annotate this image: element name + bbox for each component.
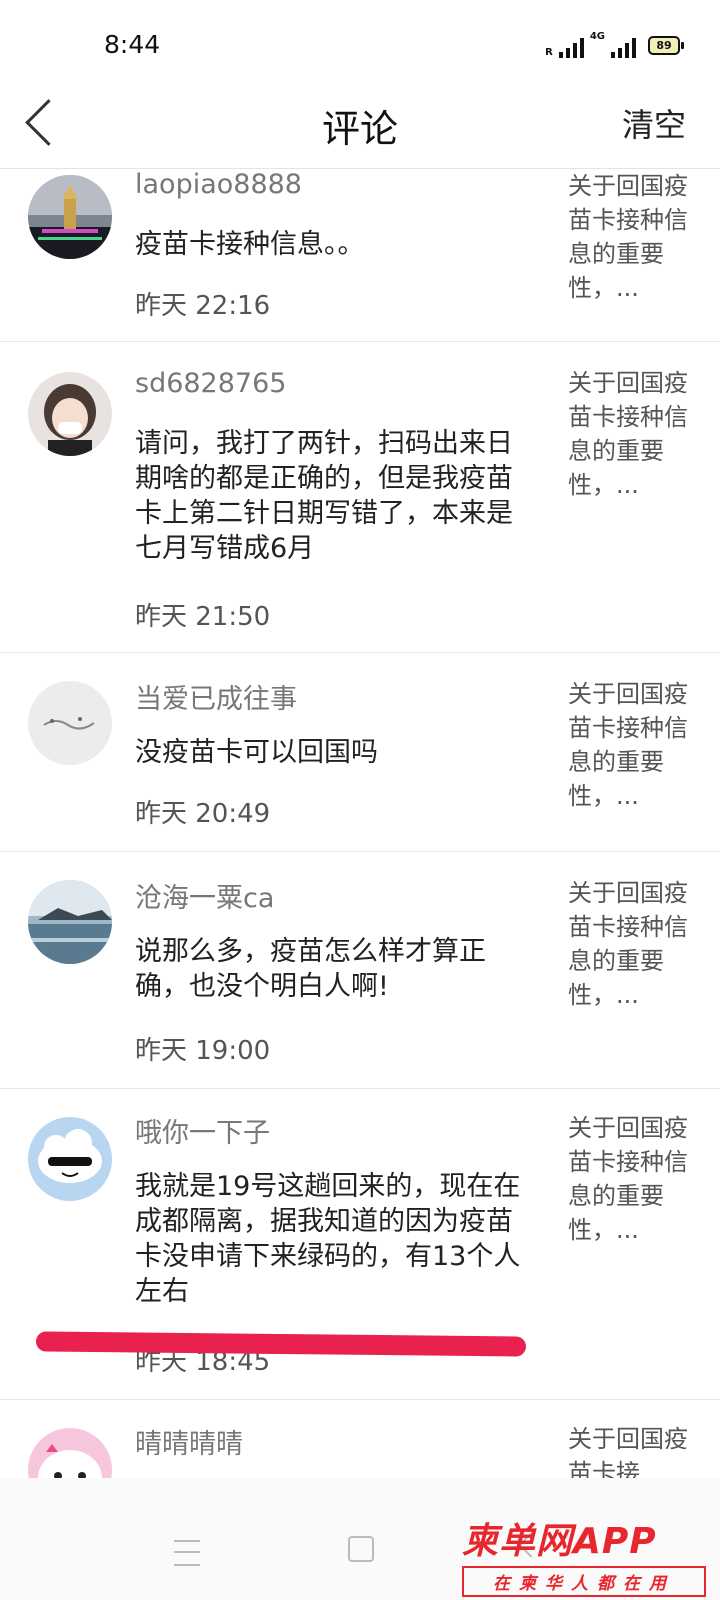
battery-icon: 89 xyxy=(648,36,684,55)
clear-button[interactable]: 清空 xyxy=(622,100,686,146)
avatar[interactable] xyxy=(28,1117,112,1201)
avatar[interactable] xyxy=(28,372,112,456)
comment-text: 疫苗卡接种信息。。 xyxy=(135,229,365,260)
menu-icon[interactable] xyxy=(174,1540,200,1566)
comment-text: 没疫苗卡可以回国吗 xyxy=(135,737,378,768)
header: 评论 清空 xyxy=(0,80,720,169)
comment-text: 说那么多，疫苗怎么样才算正确，也没个明白人啊! xyxy=(135,936,486,1002)
avatar[interactable] xyxy=(28,681,112,765)
comment-username[interactable]: 沧海一粟ca xyxy=(135,876,274,915)
page-title: 评论 xyxy=(321,107,398,151)
article-reference[interactable]: 关于回国疫苗卡接种信息的重要性，... xyxy=(568,366,702,502)
roaming-indicator: R xyxy=(545,47,553,58)
comment-username[interactable]: 哦你一下子 xyxy=(135,1111,270,1150)
avatar[interactable] xyxy=(28,880,112,964)
avatar[interactable] xyxy=(28,175,112,259)
comment-username[interactable]: 当爱已成往事 xyxy=(135,677,297,716)
comment-time: 昨天 22:16 xyxy=(135,291,271,321)
comment-item[interactable]: laopiao8888 疫苗卡接种信息。。 昨天 22:16 关于回国疫苗卡接种… xyxy=(0,169,720,342)
watermark-title: 柬单网APP xyxy=(462,1521,657,1562)
status-icons: R 4G 89 xyxy=(545,31,684,58)
signal-icon-2 xyxy=(611,36,636,58)
comment-item[interactable]: sd6828765 请问，我打了两针，扫码出来日期啥的都是正确的，但是我疫苗卡上… xyxy=(0,342,720,653)
comment-text: 我就是19号这趟回来的，现在在成都隔离，据我知道的因为疫苗卡没申请下来绿码的，有… xyxy=(135,1171,521,1307)
comment-time: 昨天 19:00 xyxy=(135,1036,271,1066)
watermark-logo: 柬单网APP 在柬华人都在用 xyxy=(462,1512,712,1597)
home-icon[interactable] xyxy=(348,1536,374,1562)
network-type: 4G xyxy=(589,31,605,42)
comment-time: 昨天 20:49 xyxy=(135,799,271,829)
comment-text: 请问，我打了两针，扫码出来日期啥的都是正确的，但是我疫苗卡上第二针日期写错了，本… xyxy=(135,428,513,564)
article-reference[interactable]: 关于回国疫苗卡接种信息的重要性，... xyxy=(568,1111,702,1247)
comment-item[interactable]: 当爱已成往事 没疫苗卡可以回国吗 昨天 20:49 关于回国疫苗卡接种信息的重要… xyxy=(0,653,720,852)
article-reference[interactable]: 关于回国疫苗卡接种信息的重要性，... xyxy=(568,677,702,813)
signal-icon xyxy=(558,36,584,58)
status-time: 8:44 xyxy=(104,30,161,59)
comment-item[interactable]: 沧海一粟ca 说那么多，疫苗怎么样才算正确，也没个明白人啊! 昨天 19:00 … xyxy=(0,852,720,1089)
comment-username[interactable]: 晴晴晴晴 xyxy=(135,1422,243,1461)
comment-time: 昨天 21:50 xyxy=(135,602,271,632)
comment-list: laopiao8888 疫苗卡接种信息。。 昨天 22:16 关于回国疫苗卡接种… xyxy=(0,169,720,1520)
status-bar: 8:44 R 4G 89 xyxy=(0,0,720,80)
article-reference[interactable]: 关于回国疫苗卡接种信息的重要性，... xyxy=(568,169,702,305)
watermark-slogan: 在柬华人都在用 xyxy=(462,1566,706,1597)
article-reference[interactable]: 关于回国疫苗卡接种信息的重要性，... xyxy=(568,876,702,1012)
comment-username[interactable]: sd6828765 xyxy=(135,368,286,399)
comment-username[interactable]: laopiao8888 xyxy=(135,169,302,200)
